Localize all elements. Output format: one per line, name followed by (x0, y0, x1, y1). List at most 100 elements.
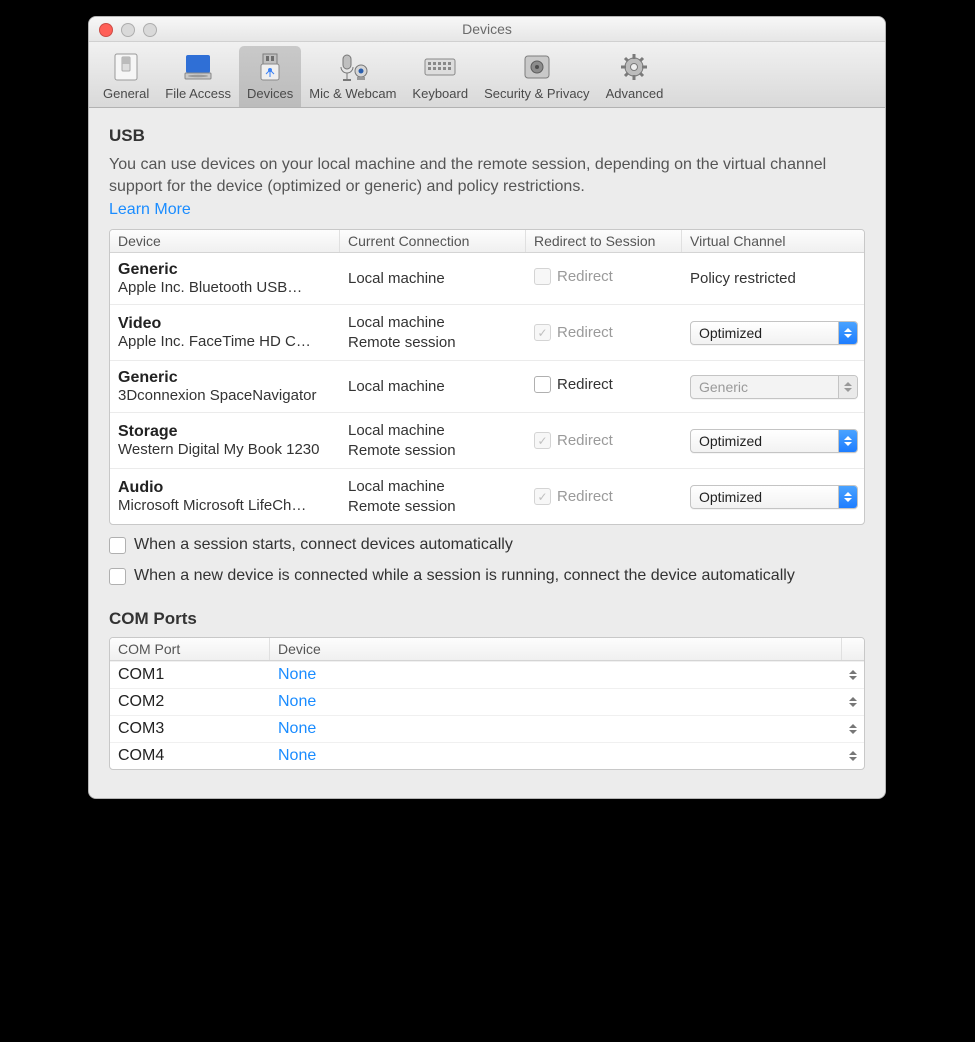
tab-security-privacy[interactable]: Security & Privacy (476, 46, 597, 107)
tab-label: Mic & Webcam (309, 86, 396, 101)
com-heading: COM Ports (109, 609, 865, 629)
checkbox-icon (534, 432, 551, 449)
usb-device-row: Generic3Dconnexion SpaceNavigatorLocal m… (110, 360, 864, 412)
usb-device-row: AudioMicrosoft Microsoft LifeCh…Local ma… (110, 468, 864, 524)
com-device-value: None (270, 689, 842, 715)
minimize-window-button[interactable] (121, 23, 135, 37)
col-vc: Virtual Channel (682, 230, 864, 252)
col-redirect: Redirect to Session (526, 230, 682, 252)
current-connection-cell: Local machine (340, 267, 526, 291)
device-type: Generic (118, 369, 178, 386)
usb-device-table: Device Current Connection Redirect to Se… (109, 229, 865, 525)
col-current: Current Connection (340, 230, 526, 252)
com-port-row[interactable]: COM1None (110, 661, 864, 688)
chevron-up-down-icon (842, 666, 864, 684)
tab-devices[interactable]: Devices (239, 46, 301, 107)
redirect-cell: Redirect (526, 486, 682, 508)
tab-keyboard[interactable]: Keyboard (404, 46, 476, 107)
tab-label: File Access (165, 86, 231, 101)
tab-mic-webcam[interactable]: Mic & Webcam (301, 46, 404, 107)
chevron-up-down-icon (838, 486, 857, 508)
virtual-channel-select[interactable]: Optimized (690, 429, 858, 453)
redirect-checkbox[interactable]: Redirect (534, 376, 613, 393)
checkbox-icon (534, 488, 551, 505)
virtual-channel-cell: Policy restricted (682, 268, 864, 289)
redirect-label: Redirect (557, 488, 613, 505)
auto-connect-new-device[interactable]: When a new device is connected while a s… (109, 566, 865, 587)
current-connection-cell: Local machineRemote session (340, 311, 526, 354)
com-device-value: None (270, 716, 842, 742)
redirect-label: Redirect (557, 432, 613, 449)
virtual-channel-select[interactable]: Optimized (690, 485, 858, 509)
redirect-checkbox: Redirect (534, 268, 613, 285)
checkbox-icon (534, 268, 551, 285)
redirect-checkbox: Redirect (534, 432, 613, 449)
tab-label: Security & Privacy (484, 86, 589, 101)
device-type: Audio (118, 479, 163, 496)
com-port-row[interactable]: COM3None (110, 715, 864, 742)
tab-label: Advanced (606, 86, 664, 101)
keyboard-icon (419, 50, 461, 84)
checkbox-icon (109, 537, 126, 554)
device-cell: AudioMicrosoft Microsoft LifeCh… (110, 477, 340, 516)
com-device-value: None (270, 743, 842, 769)
com-port-row[interactable]: COM4None (110, 742, 864, 769)
device-cell: VideoApple Inc. FaceTime HD C… (110, 313, 340, 352)
virtual-channel-cell: Optimized (682, 483, 865, 511)
device-product: 3Dconnexion SpaceNavigator (118, 387, 332, 404)
option-label: When a session starts, connect devices a… (134, 535, 865, 556)
chevron-up-down-icon (842, 747, 864, 765)
close-window-button[interactable] (99, 23, 113, 37)
content-area: USB You can use devices on your local ma… (89, 108, 885, 798)
device-cell: StorageWestern Digital My Book 1230 (110, 421, 340, 460)
com-port-name: COM2 (110, 689, 270, 715)
redirect-cell: Redirect (526, 430, 682, 452)
tab-advanced[interactable]: Advanced (598, 46, 672, 107)
gear-icon (613, 50, 655, 84)
col-com-port: COM Port (110, 638, 270, 660)
checkbox-icon (534, 324, 551, 341)
usb-device-row: StorageWestern Digital My Book 1230Local… (110, 412, 864, 468)
usb-table-header: Device Current Connection Redirect to Se… (110, 230, 864, 253)
redirect-cell: Redirect (526, 374, 682, 399)
drive-icon (177, 50, 219, 84)
tab-label: General (103, 86, 149, 101)
virtual-channel-select: Generic (690, 375, 858, 399)
usb-heading: USB (109, 126, 865, 146)
chevron-up-down-icon (842, 720, 864, 738)
virtual-channel-cell: Generic (682, 373, 865, 401)
usb-description: You can use devices on your local machin… (109, 154, 865, 197)
virtual-channel-select[interactable]: Optimized (690, 321, 858, 345)
com-port-name: COM1 (110, 662, 270, 688)
device-product: Microsoft Microsoft LifeCh… (118, 497, 332, 514)
virtual-channel-cell: Optimized (682, 427, 865, 455)
device-type: Generic (118, 261, 178, 278)
select-value: Optimized (699, 325, 762, 341)
redirect-cell: Redirect (526, 322, 682, 344)
titlebar: Devices (89, 17, 885, 42)
switch-icon (105, 50, 147, 84)
tab-label: Devices (247, 86, 293, 101)
current-connection-cell: Local machineRemote session (340, 475, 526, 518)
com-device-value: None (270, 662, 842, 688)
tab-file-access[interactable]: File Access (157, 46, 239, 107)
device-product: Apple Inc. FaceTime HD C… (118, 333, 332, 350)
device-product: Apple Inc. Bluetooth USB… (118, 279, 332, 296)
zoom-window-button[interactable] (143, 23, 157, 37)
com-port-row[interactable]: COM2None (110, 688, 864, 715)
select-value: Optimized (699, 489, 762, 505)
safe-icon (516, 50, 558, 84)
learn-more-link[interactable]: Learn More (109, 201, 191, 218)
select-value: Optimized (699, 433, 762, 449)
col-device: Device (110, 230, 340, 252)
usb-device-row: VideoApple Inc. FaceTime HD C…Local mach… (110, 304, 864, 360)
tab-general[interactable]: General (95, 46, 157, 107)
chevron-up-down-icon (842, 693, 864, 711)
redirect-label: Redirect (557, 268, 613, 285)
option-label: When a new device is connected while a s… (134, 566, 865, 587)
usb-device-row: GenericApple Inc. Bluetooth USB… Local ma… (110, 253, 864, 304)
redirect-label: Redirect (557, 376, 613, 393)
auto-connect-on-session-start[interactable]: When a session starts, connect devices a… (109, 535, 865, 556)
preferences-window: Devices General File Access Devices (88, 16, 886, 799)
current-connection-cell: Local machineRemote session (340, 419, 526, 462)
